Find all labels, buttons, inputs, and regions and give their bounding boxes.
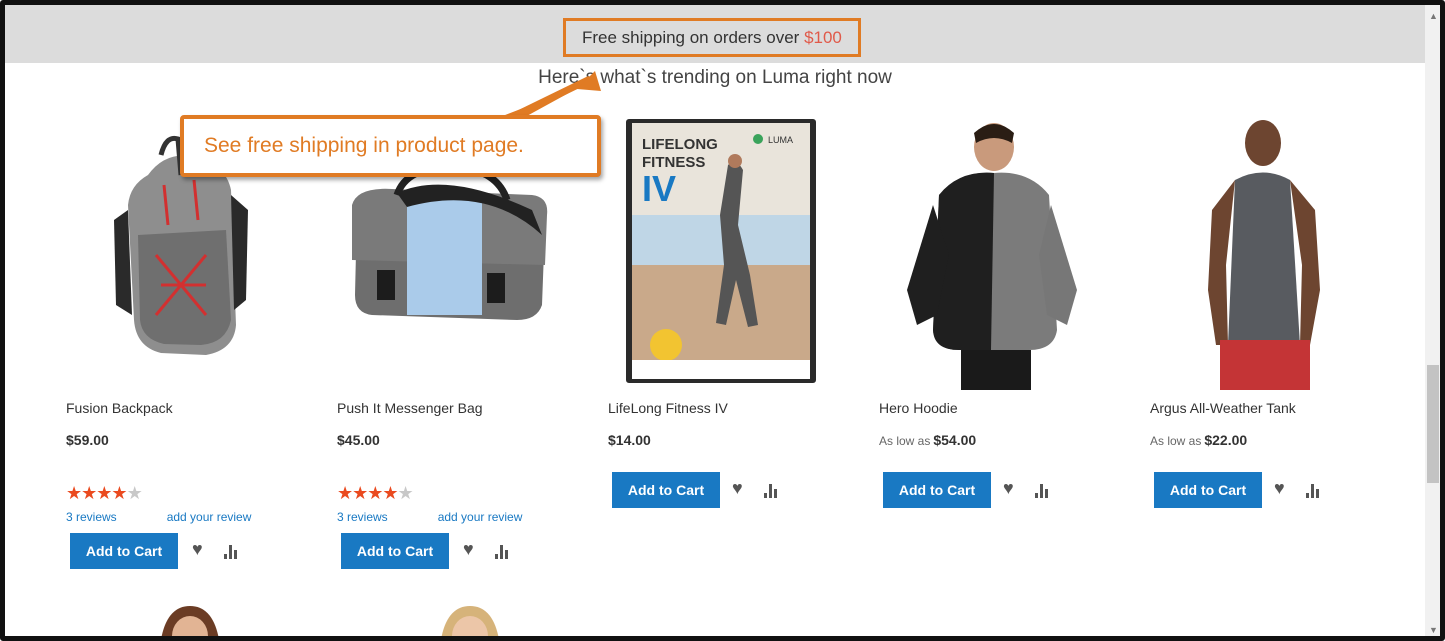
product-price: $59.00	[66, 432, 109, 448]
compare-icon[interactable]	[224, 545, 240, 559]
price-prefix: As low as	[879, 434, 931, 448]
review-links: 3 reviews add your review	[337, 510, 522, 524]
product-item: Push It Messenger Bag $45.00 ★★★★★ 3 rev…	[337, 5, 577, 636]
product-item: Hero Hoodie As low as $54.00 Add to Cart …	[879, 5, 1119, 636]
add-to-cart-button[interactable]: Add to Cart	[70, 533, 178, 569]
heart-icon[interactable]: ♥	[463, 539, 474, 560]
scroll-down-arrow-icon[interactable]: ▼	[1429, 625, 1438, 635]
price-value: $22.00	[1204, 432, 1248, 448]
product-price: As low as $54.00	[879, 432, 976, 448]
price-value: $54.00	[933, 432, 977, 448]
heart-icon[interactable]: ♥	[1274, 478, 1285, 499]
vertical-scrollbar[interactable]: ▲ ▼	[1425, 5, 1440, 636]
product-image-peek[interactable]	[125, 601, 305, 641]
product-name[interactable]: Push It Messenger Bag	[337, 400, 483, 416]
product-name[interactable]: Argus All-Weather Tank	[1150, 400, 1296, 416]
product-name[interactable]: Fusion Backpack	[66, 400, 173, 416]
product-image-hoodie[interactable]	[879, 115, 1119, 390]
price-prefix: As low as	[1150, 434, 1202, 448]
compare-icon[interactable]	[495, 545, 511, 559]
add-review-link[interactable]: add your review	[167, 510, 252, 524]
reviews-link[interactable]: 3 reviews	[337, 510, 388, 524]
product-price: $45.00	[337, 432, 380, 448]
add-to-cart-button[interactable]: Add to Cart	[1154, 472, 1262, 508]
add-to-cart-button[interactable]: Add to Cart	[341, 533, 449, 569]
reviews-link[interactable]: 3 reviews	[66, 510, 117, 524]
product-item: LIFELONG FITNESS IV LUMA LifeLong Fitnes…	[608, 5, 848, 636]
product-image-tank[interactable]	[1150, 115, 1390, 390]
product-item: Argus All-Weather Tank As low as $22.00 A…	[1150, 5, 1390, 636]
compare-icon[interactable]	[1306, 484, 1322, 498]
rating-stars: ★★★★★	[66, 483, 143, 503]
heart-icon[interactable]: ♥	[192, 539, 203, 560]
product-price: $14.00	[608, 432, 651, 448]
compare-icon[interactable]	[1035, 484, 1051, 498]
add-to-cart-button[interactable]: Add to Cart	[883, 472, 991, 508]
product-image-peek[interactable]	[405, 601, 585, 641]
svg-text:IV: IV	[642, 168, 676, 209]
browser-frame: Free shipping on orders over $100 Here`s…	[0, 0, 1445, 641]
compare-icon[interactable]	[764, 484, 780, 498]
annotation-callout: See free shipping in product page.	[180, 115, 601, 177]
svg-text:LUMA: LUMA	[768, 135, 793, 145]
review-links: 3 reviews add your review	[66, 510, 251, 524]
svg-text:LIFELONG: LIFELONG	[642, 136, 718, 153]
product-name[interactable]: LifeLong Fitness IV	[608, 400, 728, 416]
product-item: Fusion Backpack $59.00 ★★★★★ 3 reviews ad…	[66, 5, 306, 636]
scroll-thumb[interactable]	[1427, 365, 1439, 483]
product-image-dvd[interactable]: LIFELONG FITNESS IV LUMA	[608, 115, 848, 390]
heart-icon[interactable]: ♥	[732, 478, 743, 499]
product-name[interactable]: Hero Hoodie	[879, 400, 958, 416]
product-price: As low as $22.00	[1150, 432, 1247, 448]
rating-stars: ★★★★★	[337, 483, 414, 503]
add-review-link[interactable]: add your review	[438, 510, 523, 524]
add-to-cart-button[interactable]: Add to Cart	[612, 472, 720, 508]
scroll-up-arrow-icon[interactable]: ▲	[1429, 11, 1438, 21]
heart-icon[interactable]: ♥	[1003, 478, 1014, 499]
